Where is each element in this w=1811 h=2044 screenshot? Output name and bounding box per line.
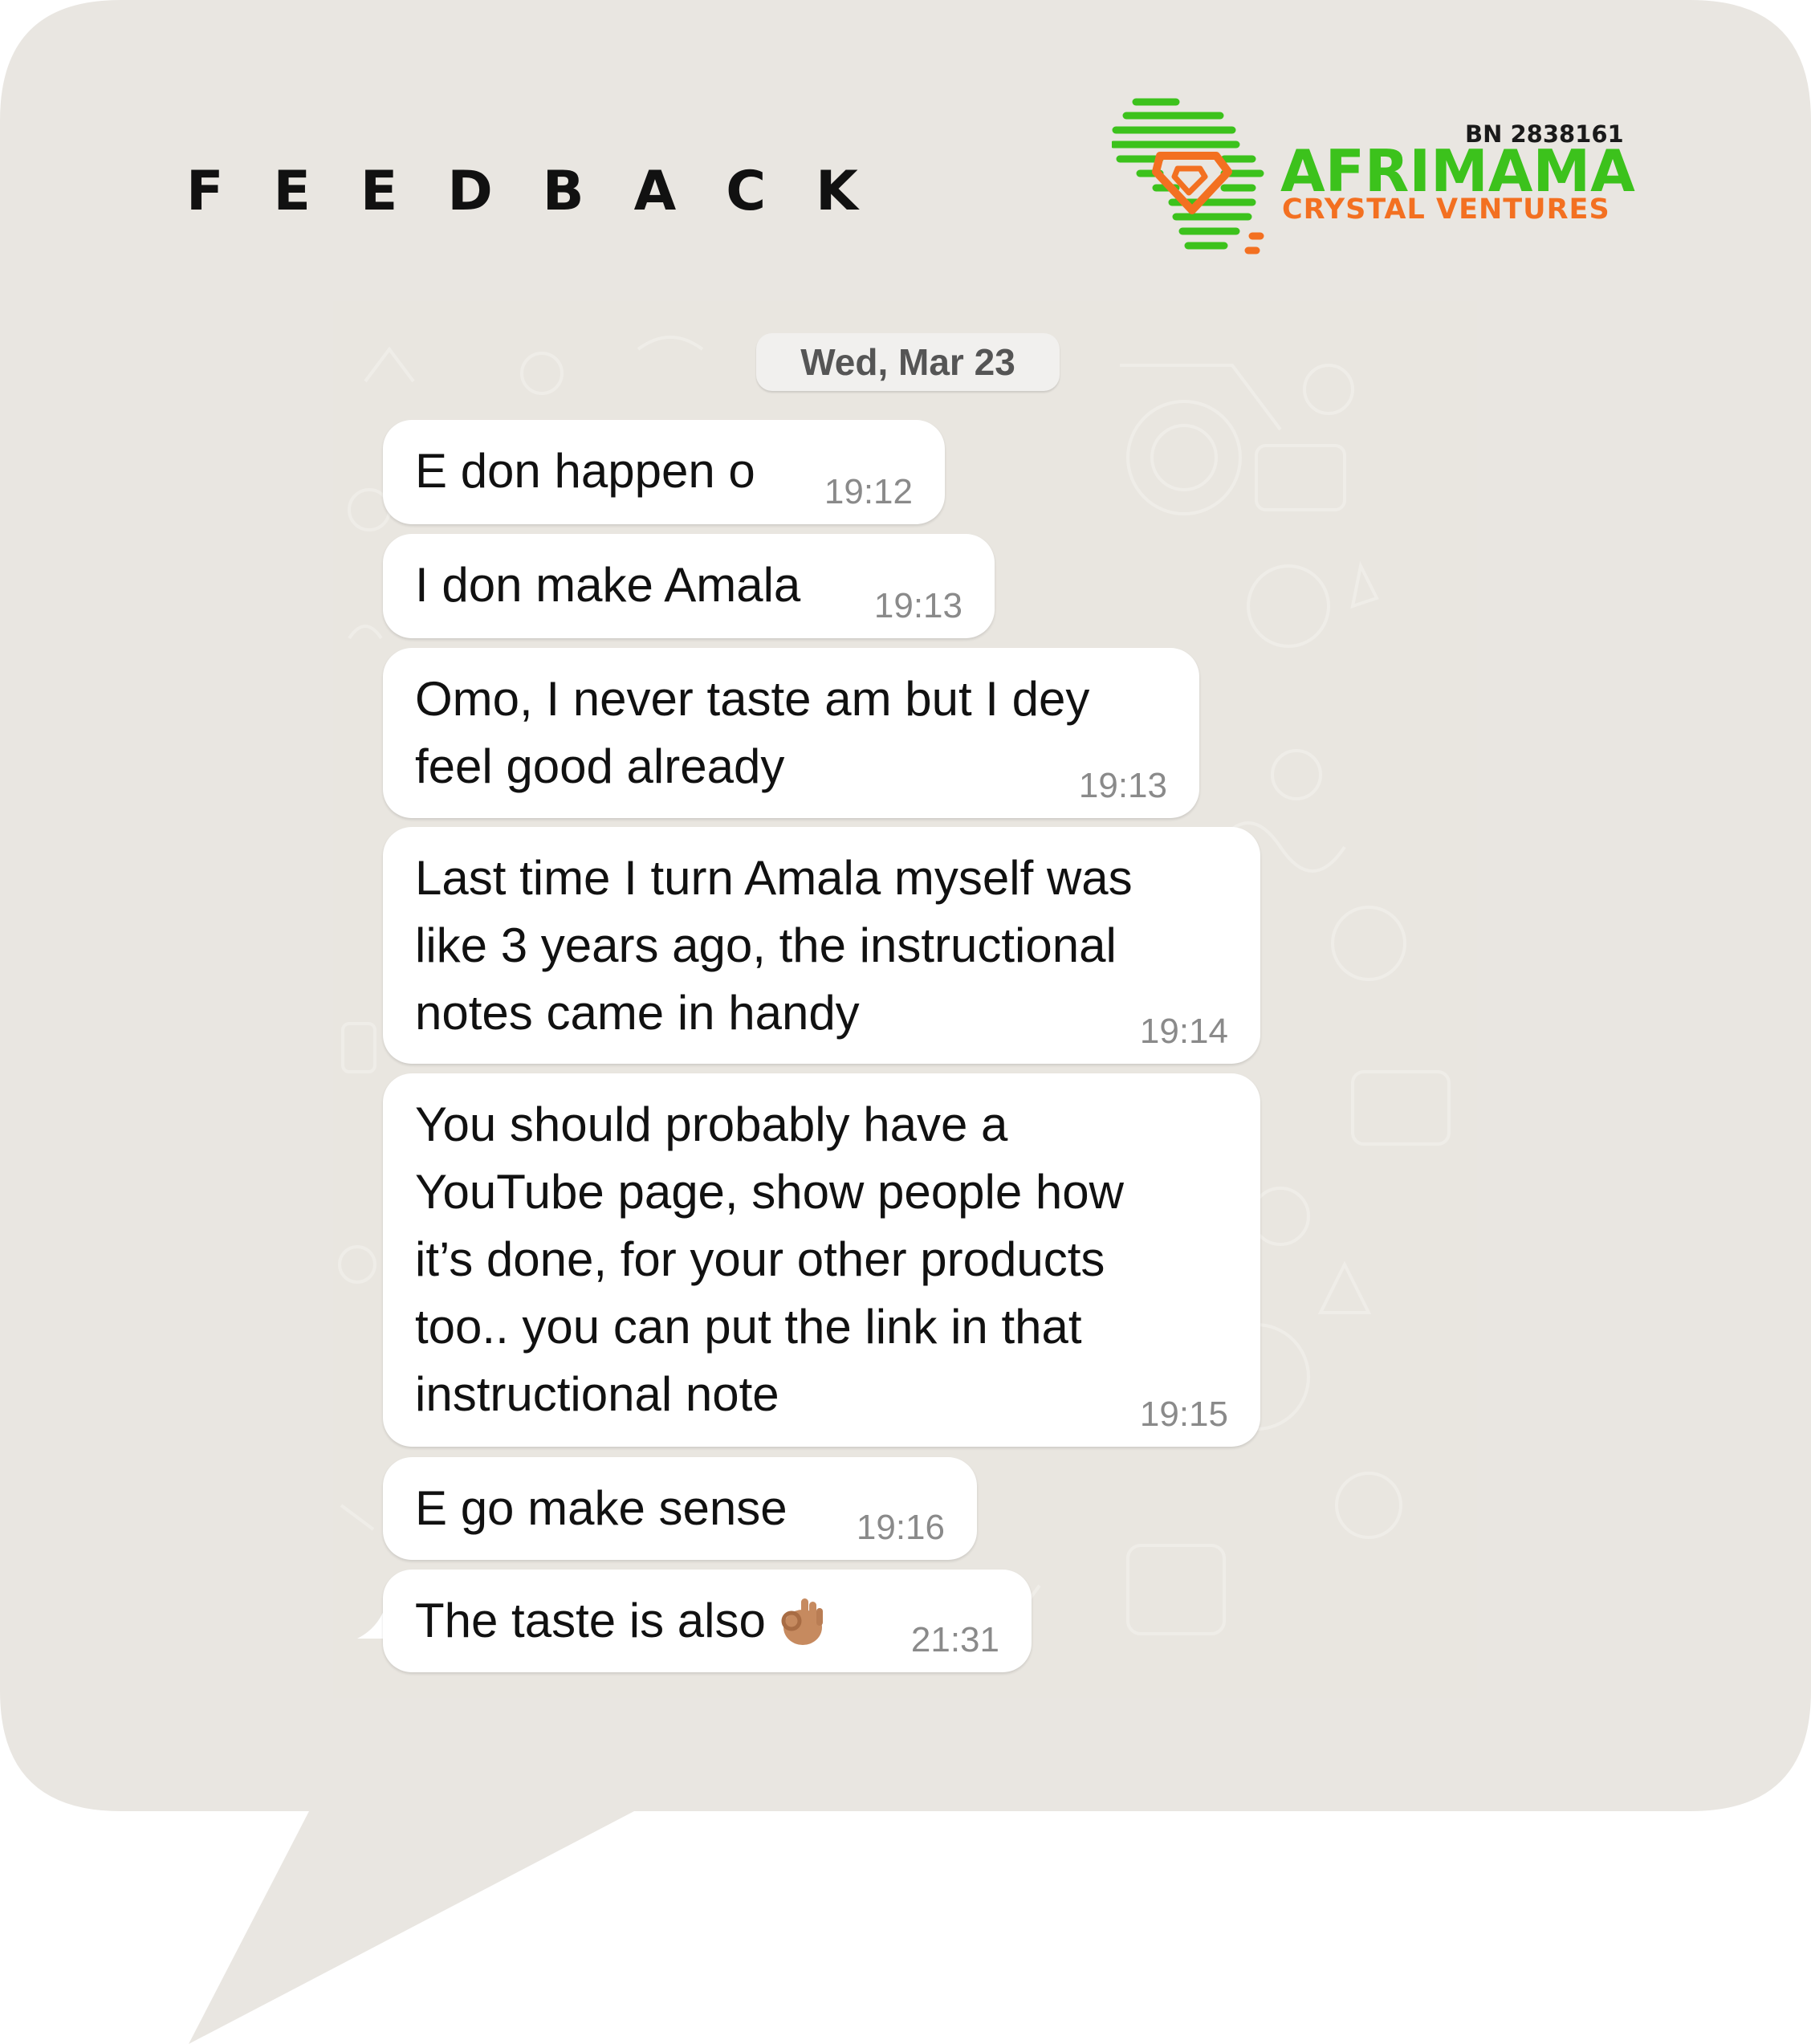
logo-name: AFRIMAMA — [1280, 137, 1635, 205]
message-time: 19:14 — [1139, 1012, 1228, 1051]
message-time: 19:15 — [1139, 1395, 1228, 1434]
date-separator: Wed, Mar 23 — [756, 333, 1060, 391]
message-bubble: I don make Amala 19:13 — [383, 534, 995, 638]
message-text: Last time I turn Amala myself was like 3… — [415, 851, 1133, 1040]
feedback-heading: FEEDBACK — [186, 160, 908, 223]
africa-map-diamond-icon — [1112, 98, 1264, 254]
message-bubble: You should probably have a YouTube page,… — [383, 1073, 1260, 1447]
message-time: 19:16 — [856, 1508, 945, 1547]
message-time: 19:12 — [824, 472, 913, 511]
message-bubble: E go make sense 19:16 — [383, 1457, 977, 1560]
chat-screenshot: Wed, Mar 23 E don happen o 19:12 I don m… — [333, 301, 1477, 1698]
ok-hand-emoji-icon — [781, 1598, 823, 1645]
message-bubble: Last time I turn Amala myself was like 3… — [383, 827, 1260, 1064]
logo-subtitle: CRYSTAL VENTURES — [1282, 193, 1610, 226]
afrimama-logo: BN 2838161 AFRIMAMA CRYSTAL VENTURES — [1112, 98, 1635, 267]
message-bubble: The taste is also 21:31 — [383, 1570, 1032, 1672]
message-bubble: E don happen o 19:12 — [383, 420, 945, 524]
message-text: You should probably have a YouTube page,… — [415, 1097, 1124, 1421]
message-bubble: Omo, I never taste am but I dey feel goo… — [383, 648, 1199, 818]
message-time: 21:31 — [910, 1620, 999, 1659]
message-text-label: The taste is also — [415, 1594, 766, 1647]
message-time: 19:13 — [873, 586, 962, 625]
message-time: 19:13 — [1078, 766, 1167, 805]
message-text: Omo, I never taste am but I dey feel goo… — [415, 672, 1090, 793]
